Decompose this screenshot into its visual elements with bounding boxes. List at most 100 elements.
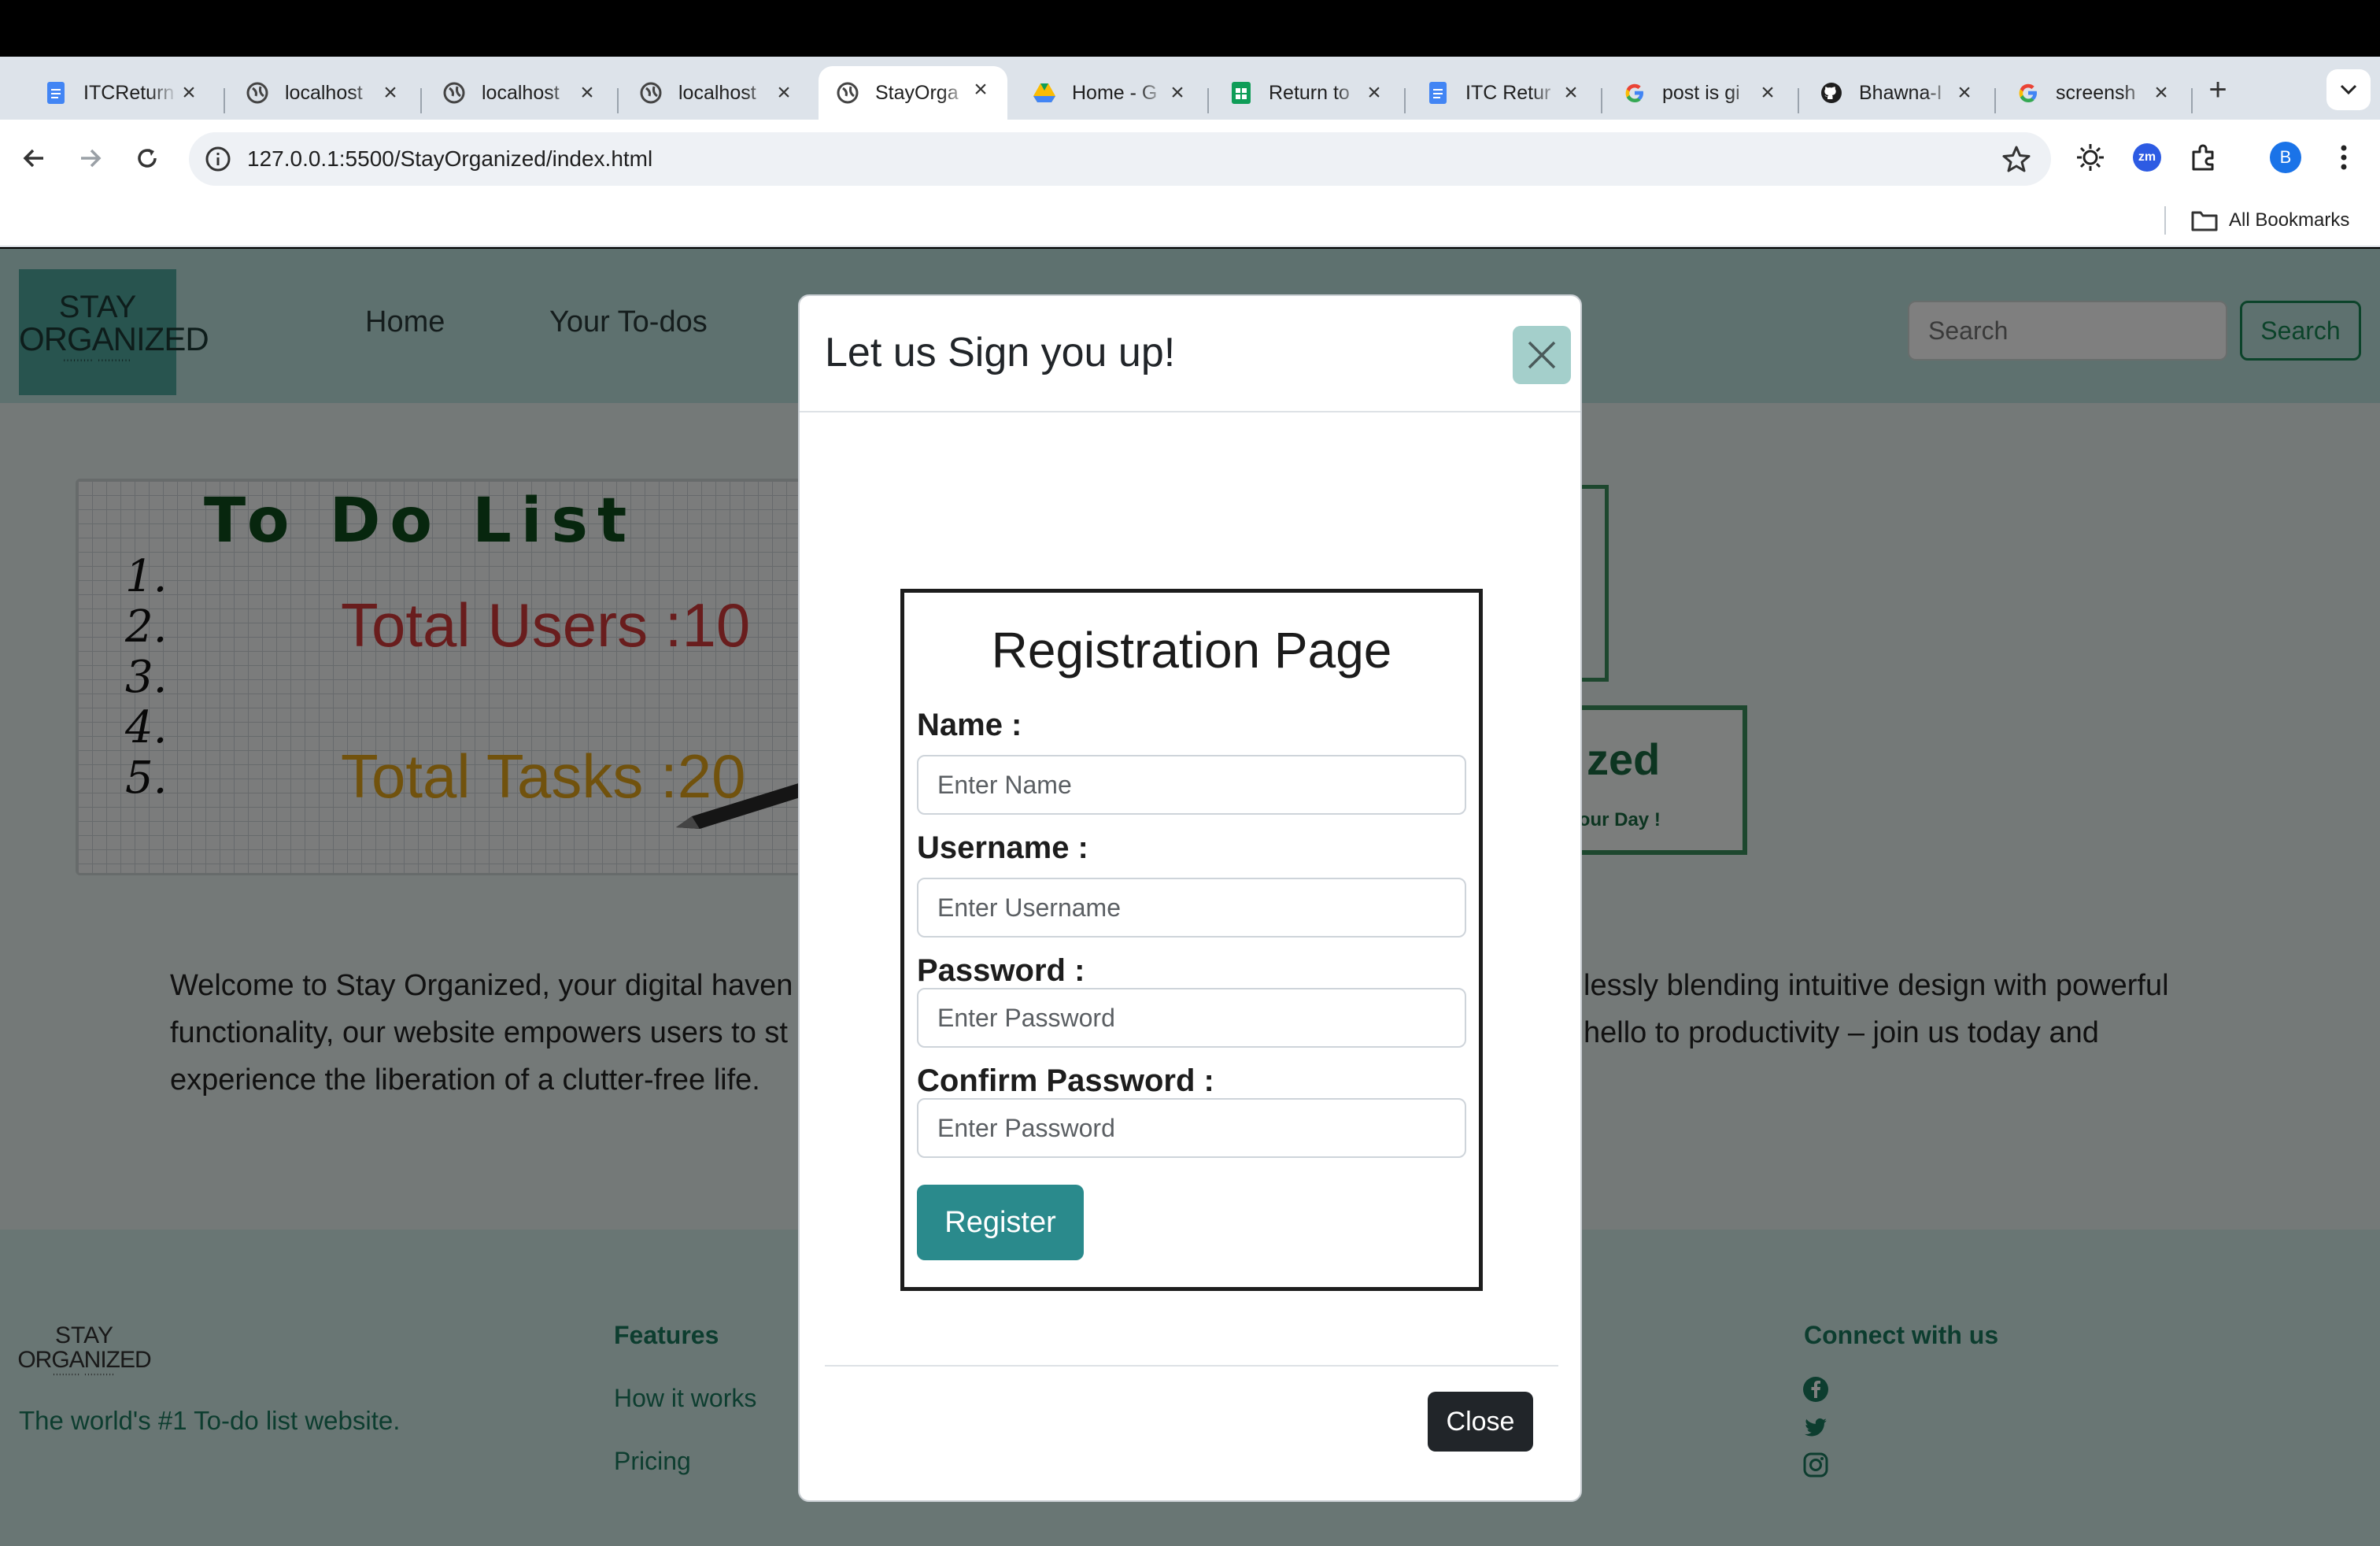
drive-icon	[1033, 81, 1056, 105]
tab-label: localhost	[678, 81, 756, 104]
google-icon	[1623, 81, 1646, 105]
extension-sun-button[interactable]	[2073, 140, 2108, 175]
window-title-bar	[0, 0, 2380, 57]
tab-screenshot[interactable]: screensh ×	[1999, 69, 2188, 117]
tab-label: StayOrga	[875, 81, 959, 104]
close-icon[interactable]: ×	[1755, 80, 1780, 105]
url-text: 127.0.0.1:5500/StayOrganized/index.html	[247, 146, 653, 171]
tab-localhost-1[interactable]: localhost ×	[228, 69, 417, 117]
all-bookmarks-button[interactable]: All Bookmarks	[2191, 205, 2349, 236]
modal-header: Let us Sign you up!	[800, 296, 1580, 412]
modal-title: Let us Sign you up!	[825, 330, 1176, 375]
password-input[interactable]	[917, 988, 1466, 1048]
tab-label: localhost	[285, 81, 363, 104]
sheets-icon	[1229, 81, 1253, 105]
tab-label: Bhawna-I	[1859, 81, 1942, 104]
tab-separator	[1601, 88, 1602, 113]
tab-label: localhost	[482, 81, 560, 104]
bookmarks-bar: All Bookmarks	[0, 195, 2380, 247]
close-icon[interactable]: ×	[1952, 80, 1977, 105]
google-icon	[2016, 81, 2040, 105]
tab-return-to[interactable]: Return to ×	[1212, 69, 1401, 117]
new-tab-button[interactable]: +	[2201, 72, 2235, 107]
tab-strip: ITCReturn × localhost × localhost × loca…	[0, 57, 2380, 120]
close-icon[interactable]: ×	[575, 80, 600, 105]
tab-separator	[1404, 88, 1406, 113]
browser-toolbar: 127.0.0.1:5500/StayOrganized/index.html …	[0, 120, 2380, 195]
close-icon[interactable]: ×	[1362, 80, 1387, 105]
name-input[interactable]	[917, 755, 1466, 815]
signup-modal: Let us Sign you up! Registration Page Na…	[798, 294, 1582, 1502]
puzzle-icon	[2192, 144, 2214, 171]
close-icon[interactable]: ×	[968, 77, 993, 102]
tab-separator	[2191, 88, 2193, 113]
globe-icon	[639, 81, 663, 105]
globe-icon	[442, 81, 466, 105]
browser-menu-button[interactable]	[2326, 140, 2361, 175]
form-title: Registration Page	[991, 622, 1392, 679]
tab-separator	[420, 88, 422, 113]
registration-form: Registration Page Name : Username : Pass…	[900, 589, 1483, 1291]
close-icon[interactable]: ×	[176, 80, 201, 105]
globe-icon	[836, 81, 859, 105]
tab-label: screensh	[2056, 81, 2136, 104]
tab-itc-retur[interactable]: ITC Retur ×	[1409, 69, 1598, 117]
reload-icon	[138, 149, 157, 168]
arrow-right-icon	[81, 149, 102, 168]
modal-close-x-button[interactable]	[1513, 326, 1571, 384]
more-vertical-icon	[2341, 145, 2347, 170]
all-bookmarks-label: All Bookmarks	[2229, 209, 2350, 231]
tab-home-drive[interactable]: Home - G ×	[1015, 69, 1204, 117]
name-label: Name :	[917, 708, 1022, 742]
tab-separator	[1207, 88, 1209, 113]
reload-button[interactable]	[128, 139, 167, 178]
zoom-icon: zm	[2133, 143, 2161, 172]
close-icon[interactable]: ×	[1165, 80, 1190, 105]
tab-label: ITC Retur	[1465, 81, 1551, 104]
username-label: Username :	[917, 830, 1088, 865]
arrow-left-icon	[23, 149, 43, 168]
tab-label: post is gi	[1662, 81, 1740, 104]
close-icon	[1528, 341, 1556, 369]
close-icon[interactable]: ×	[2149, 80, 2174, 105]
register-button[interactable]: Register	[917, 1185, 1084, 1260]
sun-icon	[2077, 144, 2104, 171]
close-icon[interactable]: ×	[1558, 80, 1584, 105]
close-button[interactable]: Close	[1428, 1392, 1533, 1452]
github-icon	[1820, 81, 1843, 105]
extension-zoom-button[interactable]: zm	[2130, 140, 2164, 175]
chevron-down-icon	[2340, 84, 2357, 95]
docs-icon	[1426, 81, 1450, 105]
avatar: B	[2270, 142, 2301, 173]
tab-localhost-3[interactable]: localhost ×	[622, 69, 811, 117]
tab-localhost-2[interactable]: localhost ×	[425, 69, 614, 117]
tab-search-button[interactable]	[2326, 69, 2371, 110]
close-icon[interactable]: ×	[378, 80, 403, 105]
tab-label: ITCReturn	[83, 81, 175, 104]
tab-separator	[224, 88, 225, 113]
docs-icon	[44, 81, 68, 105]
tab-itcreturn[interactable]: ITCReturn ×	[27, 69, 216, 117]
profile-button[interactable]: B	[2268, 140, 2303, 175]
back-button[interactable]	[14, 139, 54, 178]
tab-separator	[1798, 88, 1799, 113]
site-info-icon[interactable]	[205, 146, 231, 172]
address-bar[interactable]: 127.0.0.1:5500/StayOrganized/index.html	[189, 132, 2051, 186]
tab-post-is[interactable]: post is gi ×	[1606, 69, 1794, 117]
username-input[interactable]	[917, 878, 1466, 938]
tab-label: Return to	[1269, 81, 1350, 104]
extensions-button[interactable]	[2186, 140, 2221, 175]
close-icon[interactable]: ×	[771, 80, 796, 105]
forward-button[interactable]	[71, 139, 110, 178]
tab-separator	[617, 88, 619, 113]
tab-stayorganized[interactable]: StayOrga ×	[819, 66, 1007, 120]
modal-footer-divider	[825, 1365, 1558, 1367]
globe-icon	[246, 81, 269, 105]
confirm-password-label: Confirm Password :	[917, 1063, 1214, 1098]
password-label: Password :	[917, 953, 1085, 988]
divider	[2164, 206, 2166, 235]
confirm-password-input[interactable]	[917, 1098, 1466, 1158]
tab-bhawna-github[interactable]: Bhawna-I ×	[1802, 69, 1991, 117]
tab-separator	[1994, 88, 1996, 113]
bookmark-star-icon[interactable]	[2002, 145, 2031, 173]
